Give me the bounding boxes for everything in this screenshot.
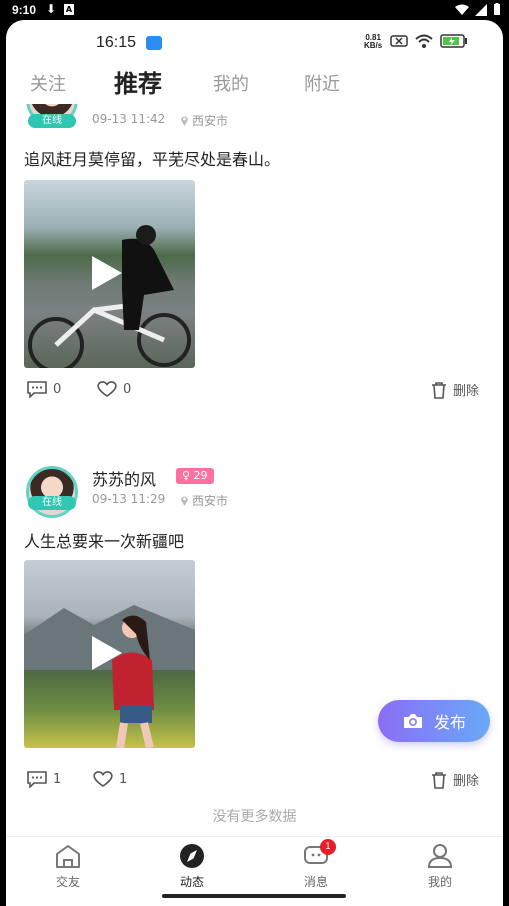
delete-button[interactable]: 删除 — [430, 770, 479, 789]
heart-icon — [97, 381, 117, 397]
like-button[interactable]: 1 — [92, 770, 127, 788]
publish-button[interactable]: 发布 — [378, 700, 490, 742]
nav-label-mine: 我的 — [427, 875, 452, 889]
post-actions: 1 1 删除 — [26, 770, 491, 794]
online-status-badge: 在线 — [28, 496, 76, 510]
comment-count: 1 — [53, 771, 62, 787]
play-icon[interactable] — [92, 256, 122, 290]
nav-item-messages[interactable]: 1 消息 — [286, 839, 346, 890]
nav-item-friends[interactable]: 交友 — [38, 843, 98, 890]
system-time: 9:10 — [12, 3, 37, 17]
like-count: 1 — [119, 771, 128, 787]
message-count-badge: 1 — [320, 839, 336, 855]
like-count: 0 — [123, 381, 132, 397]
system-status-bar: 9:10 ⬇ A — [0, 0, 509, 20]
tab-mine[interactable]: 我的 — [213, 70, 249, 96]
home-icon — [56, 845, 80, 868]
comment-button[interactable]: 0 — [26, 380, 61, 398]
app-screen: 16:15 0.81 KB/s 关注 推荐 我的 附近 在线 09-13 11:… — [6, 20, 503, 906]
trash-icon — [432, 381, 446, 399]
post-video-thumbnail[interactable] — [24, 180, 195, 368]
nav-label-friends: 交友 — [55, 875, 80, 889]
feed-tabs: 关注 推荐 我的 附近 — [6, 64, 503, 104]
inner-status-bar: 16:15 0.81 KB/s — [6, 20, 503, 66]
battery-icon — [494, 3, 500, 15]
nav-label-moments: 动态 — [179, 875, 204, 889]
tab-following[interactable]: 关注 — [30, 70, 66, 96]
wifi-icon — [415, 34, 433, 48]
delete-label: 删除 — [453, 774, 480, 789]
user-icon — [427, 844, 453, 868]
app-notification-icon: A — [64, 4, 74, 15]
no-more-data-text: 没有更多数据 — [212, 809, 297, 825]
location-pin-icon — [181, 496, 188, 506]
online-status-badge: 在线 — [28, 114, 76, 128]
battery-charging-icon — [440, 34, 467, 48]
avatar[interactable] — [26, 466, 78, 518]
heart-icon — [93, 771, 113, 787]
trash-icon — [432, 771, 446, 789]
comment-icon — [27, 771, 47, 788]
post-location-text: 西安市 — [192, 114, 229, 128]
delete-button[interactable]: 删除 — [430, 380, 479, 399]
nav-item-moments[interactable]: 动态 — [162, 843, 222, 890]
compass-icon — [180, 844, 204, 868]
tab-nearby[interactable]: 附近 — [304, 70, 340, 96]
post-datetime: 09-13 11:29 — [92, 492, 166, 506]
wifi-icon — [455, 4, 469, 15]
download-icon: ⬇ — [46, 2, 57, 16]
location-pin-icon — [181, 116, 188, 126]
gesture-home-bar[interactable] — [162, 894, 346, 898]
post-location: 西安市 — [180, 492, 228, 509]
post-card: 在线 09-13 11:42 西安市 追风赶月莫停留，平芜尽处是春山。 0 0 … — [6, 104, 503, 414]
post-video-thumbnail[interactable] — [24, 560, 195, 748]
camera-icon — [403, 714, 422, 728]
comment-icon — [27, 381, 47, 398]
post-text: 人生总要来一次新疆吧 — [24, 532, 185, 551]
comment-button[interactable]: 1 — [26, 770, 61, 788]
delete-label: 删除 — [453, 384, 480, 399]
post-location-text: 西安市 — [192, 494, 229, 508]
nav-label-messages: 消息 — [303, 875, 328, 889]
post-datetime: 09-13 11:42 — [92, 112, 166, 126]
username[interactable]: 苏苏的风 — [92, 466, 156, 490]
tab-recommended[interactable]: 推荐 — [114, 64, 162, 99]
comment-count: 0 — [53, 381, 62, 397]
publish-label: 发布 — [433, 713, 466, 732]
network-speed-unit: KB/s — [364, 41, 383, 50]
post-actions: 0 0 删除 — [26, 380, 491, 404]
post-text: 追风赶月莫停留，平芜尽处是春山。 — [24, 150, 281, 169]
like-button[interactable]: 0 — [96, 380, 131, 398]
play-icon[interactable] — [92, 636, 122, 670]
network-speed: 0.81 KB/s — [364, 34, 382, 50]
post-card: 在线 苏苏的风 ♀ 29 09-13 11:29 西安市 人生总要来一次新疆吧 — [6, 466, 503, 806]
sim-x-icon — [390, 35, 408, 47]
post-location: 西安市 — [180, 112, 228, 129]
signal-icon — [475, 3, 487, 16]
inner-status-time: 16:15 — [96, 34, 137, 51]
gender-age-badge: ♀ 29 — [176, 468, 214, 484]
app-notification-icon — [146, 36, 162, 50]
nav-item-mine[interactable]: 我的 — [410, 843, 470, 890]
